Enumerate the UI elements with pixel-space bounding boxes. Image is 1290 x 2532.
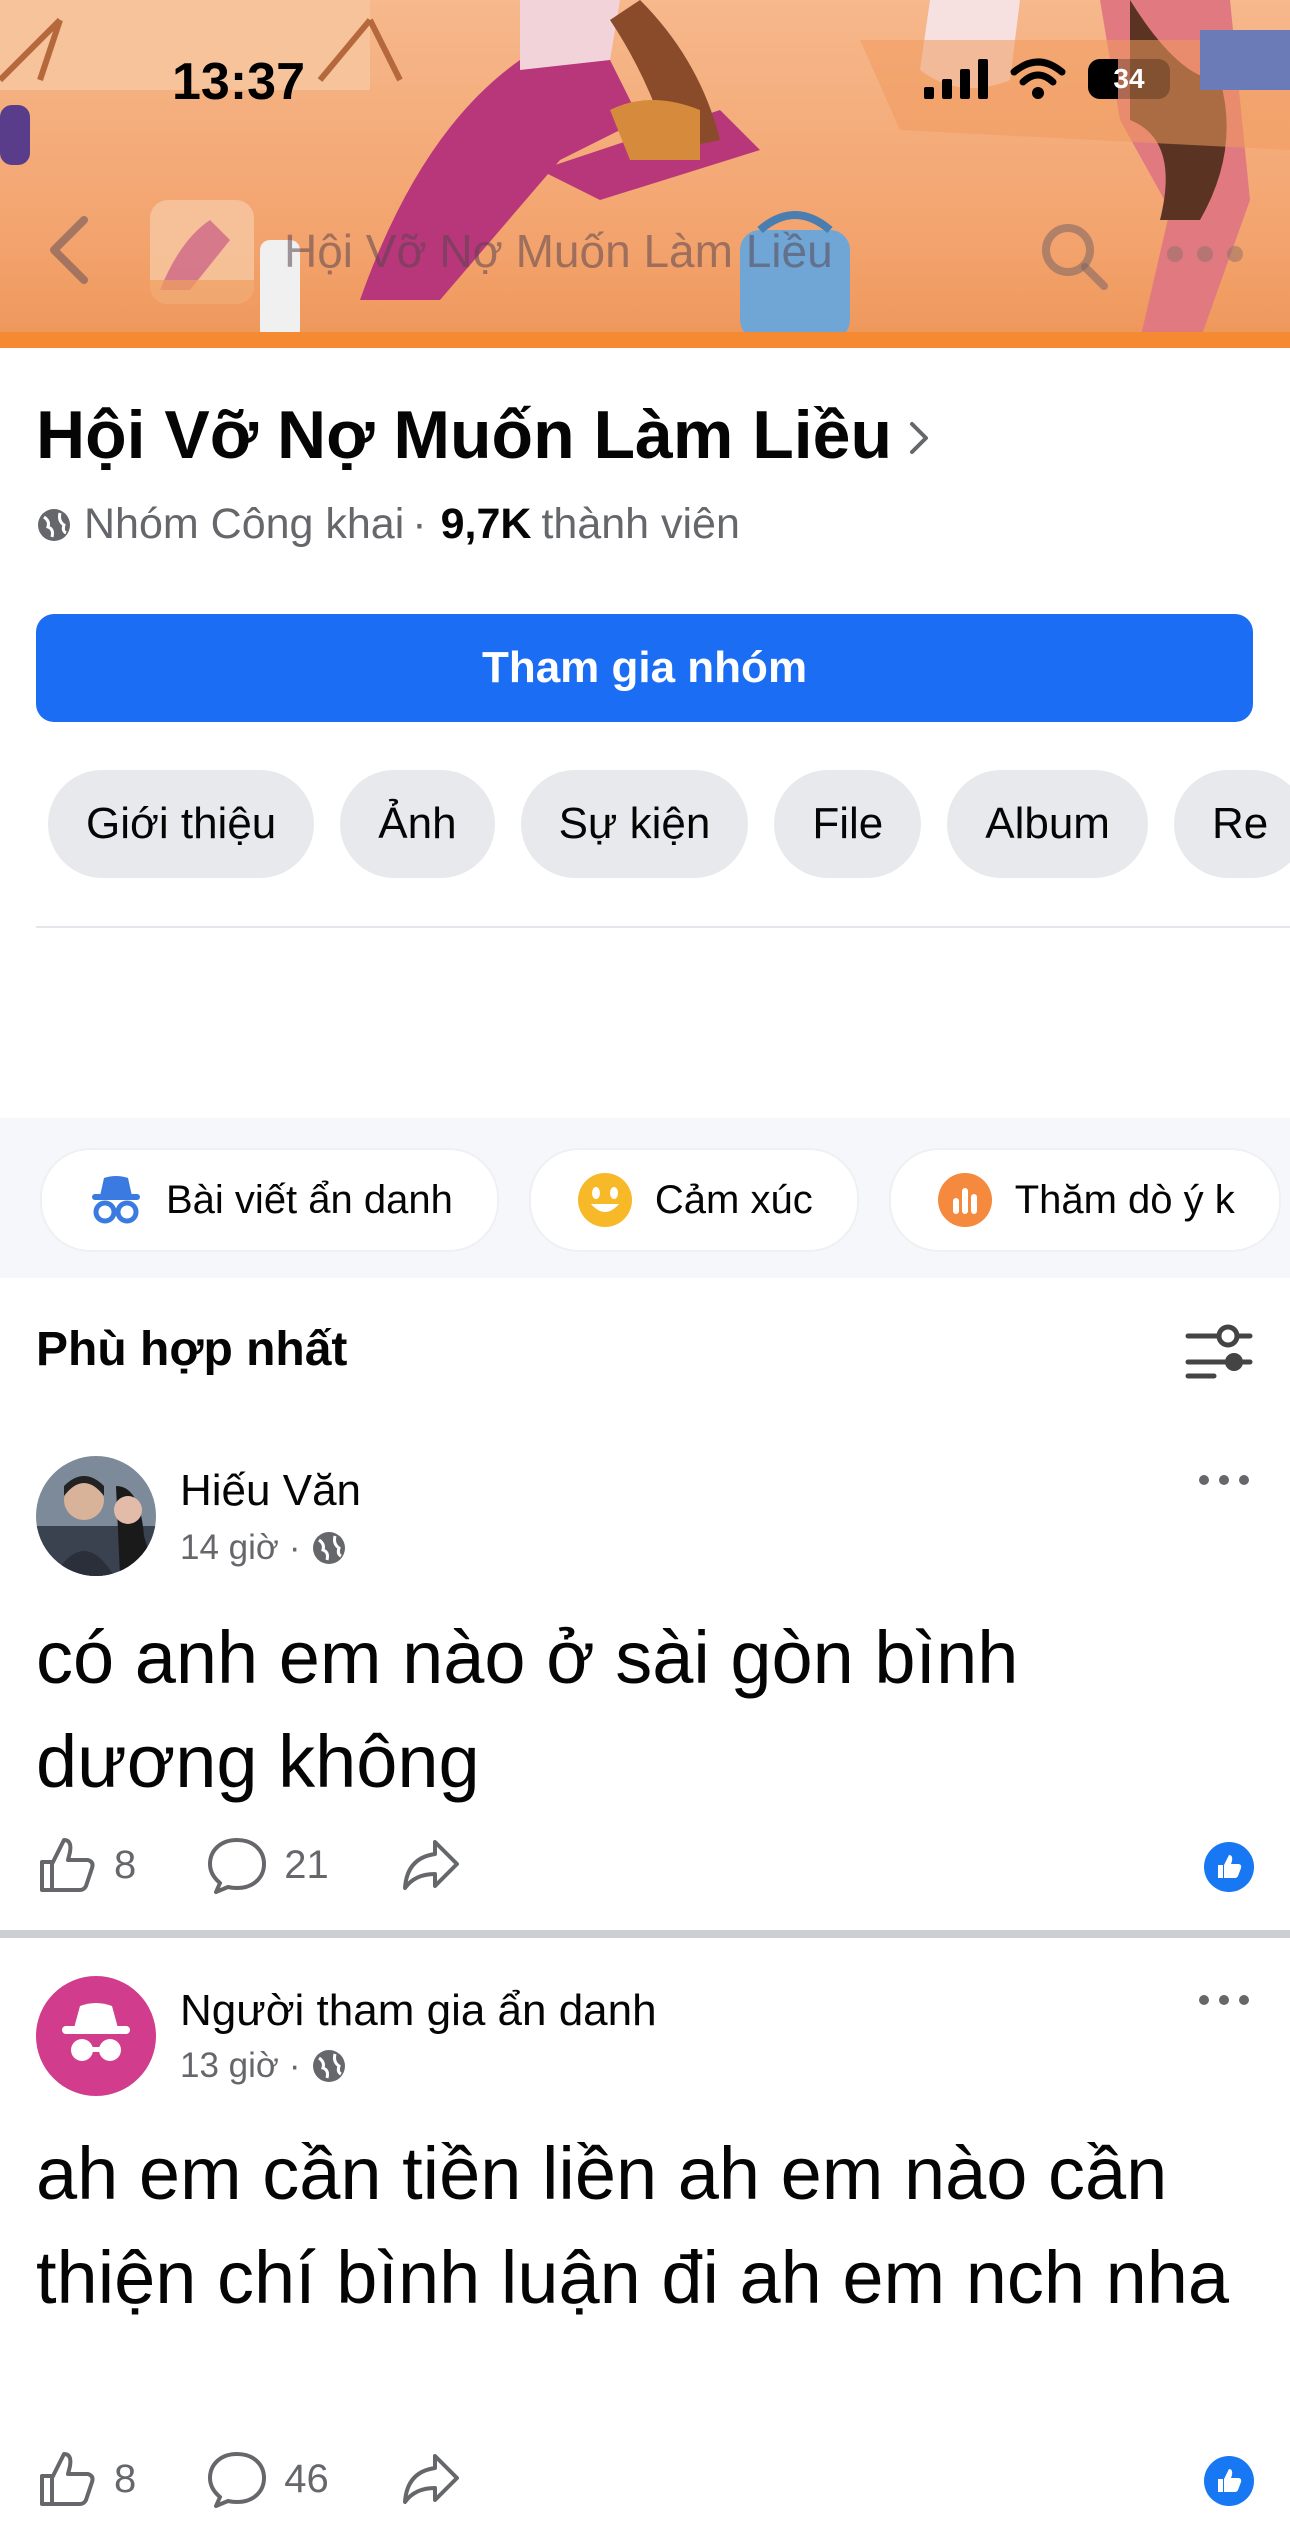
feeling-chip[interactable]: Cảm xúc <box>528 1148 859 1252</box>
group-tabs: Giới thiệu Ảnh Sự kiện File Album Re <box>48 770 1290 878</box>
comment-button[interactable]: 46 <box>206 2448 329 2510</box>
thumbs-up-icon <box>1218 2469 1242 2492</box>
group-privacy: Nhóm Công khai <box>84 500 405 548</box>
comment-bubble-icon <box>208 1838 267 1894</box>
member-count[interactable]: 9,7K <box>441 500 532 549</box>
join-group-button[interactable]: Tham gia nhóm <box>36 614 1253 722</box>
post-body-text: có anh em nào ở sài gòn bình dương không <box>36 1616 1019 1803</box>
tab-about[interactable]: Giới thiệu <box>48 770 315 878</box>
wifi-icon <box>1010 58 1066 99</box>
anonymous-post-label: Bài viết ẩn danh <box>166 1177 453 1222</box>
post-more-icon[interactable] <box>1196 1990 1252 2010</box>
post-actions: 8 46 <box>36 2448 531 2510</box>
post-actions: 8 21 <box>36 1834 531 1896</box>
filter-sliders-icon[interactable] <box>1184 1322 1254 1384</box>
like-thumb-icon <box>40 1838 95 1892</box>
globe-icon <box>312 2050 345 2082</box>
poll-icon <box>937 1173 992 1227</box>
nav-group-title: Hội Vỡ Nợ Muốn Làm Liều <box>284 225 833 277</box>
globe-icon <box>312 1532 345 1564</box>
anonymous-avatar[interactable] <box>36 1976 156 2096</box>
cellular-signal-icon <box>924 59 988 99</box>
post-separator <box>0 1930 1290 1938</box>
like-button[interactable]: 8 <box>36 2448 136 2510</box>
status-icons: 34 <box>924 58 1170 100</box>
share-button[interactable] <box>399 2448 461 2510</box>
group-cover-image[interactable]: 13:37 34 Hội Vỡ Nợ Muốn Làm Liều <box>0 0 1290 348</box>
battery-icon: 34 <box>1088 59 1170 99</box>
battery-percentage: 34 <box>1113 63 1145 94</box>
like-reaction-badge[interactable] <box>1204 1842 1254 1892</box>
like-count: 8 <box>114 2456 137 2501</box>
comment-count: 46 <box>284 2456 329 2501</box>
like-thumb-icon <box>40 2452 95 2506</box>
post-time-separator: · <box>288 2046 301 2085</box>
search-icon[interactable] <box>1036 218 1112 294</box>
section-divider <box>36 926 1290 928</box>
smile-emoji-icon <box>577 1173 632 1227</box>
comment-button[interactable]: 21 <box>206 1834 329 1896</box>
post-timestamp: 14 giờ · <box>180 1528 347 1568</box>
composer-chips: Bài viết ẩn danh Cảm xúc Thăm dò ý k <box>40 1148 1281 1252</box>
more-options-icon[interactable] <box>1160 216 1250 292</box>
status-time: 13:37 <box>172 53 305 111</box>
tab-files[interactable]: File <box>774 770 922 878</box>
post-time-text: 13 giờ <box>180 2046 279 2085</box>
post-author[interactable]: Hiếu Văn <box>180 1466 361 1516</box>
poll-chip[interactable]: Thăm dò ý k <box>888 1148 1281 1252</box>
feed-sort-label: Phù hợp nhất <box>36 1323 348 1376</box>
tab-events[interactable]: Sự kiện <box>520 770 749 878</box>
share-arrow-icon <box>402 1840 459 1890</box>
share-button[interactable] <box>399 1834 461 1896</box>
poll-label: Thăm dò ý k <box>1014 1177 1235 1222</box>
post-time-text: 14 giờ <box>180 1528 279 1567</box>
post-more-icon[interactable] <box>1196 1470 1252 1490</box>
feeling-label: Cảm xúc <box>654 1177 813 1222</box>
meta-separator: · <box>412 500 427 548</box>
group-thumbnail <box>150 200 254 304</box>
share-arrow-icon <box>402 2454 459 2504</box>
anonymous-icon <box>62 2003 130 2061</box>
post-timestamp: 13 giờ · <box>180 2046 347 2086</box>
like-button[interactable]: 8 <box>36 1834 136 1896</box>
comment-count: 21 <box>284 1842 329 1887</box>
like-count: 8 <box>114 1842 137 1887</box>
thumbs-up-icon <box>1218 1855 1242 1878</box>
like-reaction-badge[interactable] <box>1204 2456 1254 2506</box>
tab-more[interactable]: Re <box>1173 770 1290 878</box>
tab-albums[interactable]: Album <box>947 770 1148 878</box>
group-meta: Nhóm Công khai · 9,7K thành viên <box>36 500 740 549</box>
post-time-separator: · <box>288 1528 301 1567</box>
back-arrow-icon[interactable] <box>40 212 100 288</box>
tab-photos[interactable]: Ảnh <box>340 770 495 878</box>
post-author[interactable]: Người tham gia ẩn danh <box>180 1986 657 2036</box>
globe-icon <box>38 508 70 541</box>
member-label[interactable]: thành viên <box>541 500 739 549</box>
anonymous-post-chip[interactable]: Bài viết ẩn danh <box>40 1148 499 1252</box>
group-name[interactable]: Hội Vỡ Nợ Muốn Làm Liều <box>36 396 892 474</box>
cover-floor-stripe <box>0 332 1290 348</box>
comment-bubble-icon <box>208 2452 267 2508</box>
anonymous-icon <box>92 1176 140 1224</box>
avatar[interactable] <box>36 1456 156 1576</box>
post-body-text: ah em cần tiền liền ah em nào cần thiện … <box>36 2132 1230 2319</box>
chevron-right-icon[interactable] <box>904 418 934 458</box>
